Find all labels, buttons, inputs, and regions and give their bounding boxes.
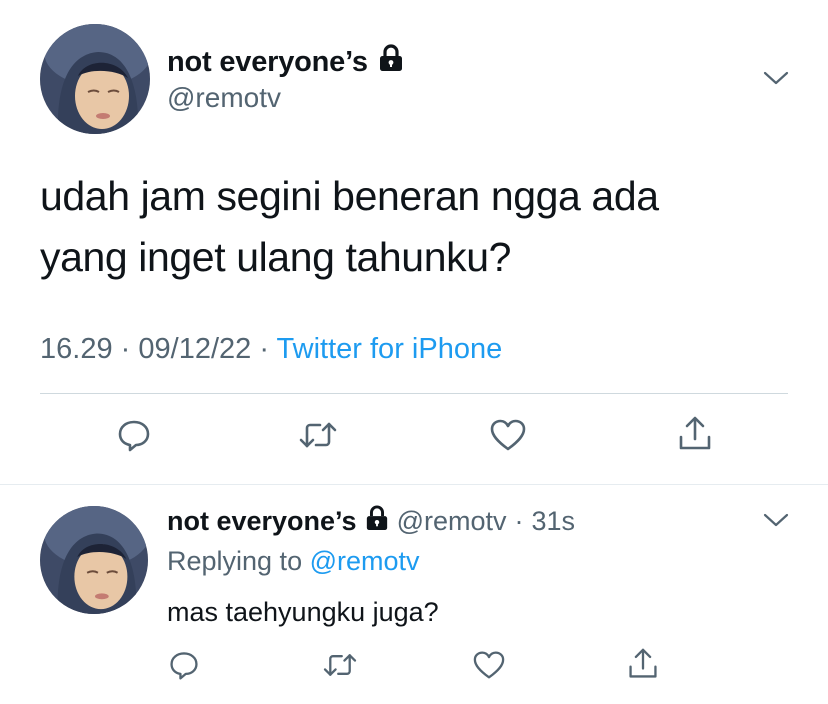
lock-icon (365, 505, 389, 538)
divider (40, 393, 788, 394)
reply-avatar[interactable] (40, 506, 148, 614)
share-icon (627, 647, 659, 686)
like-button[interactable] (488, 417, 528, 457)
reply-handle[interactable]: @remotv (397, 506, 507, 537)
reply-text: mas taehyungku juga? (167, 597, 439, 627)
retweet-button[interactable] (296, 417, 340, 457)
retweet-button[interactable] (320, 648, 360, 686)
heart-icon (472, 650, 506, 685)
share-icon (677, 415, 713, 458)
reply-header: not everyone’s @remotv · 31s (167, 505, 575, 538)
share-button[interactable] (624, 646, 662, 686)
reply-button[interactable] (114, 417, 154, 457)
reply-age[interactable]: 31s (532, 506, 576, 537)
avatar[interactable] (40, 24, 150, 134)
handle[interactable]: @remotv (167, 82, 281, 114)
replying-handle[interactable]: @remotv (310, 546, 420, 576)
reply-icon (116, 417, 152, 458)
display-name[interactable]: not everyone’s (167, 44, 404, 80)
tweet-meta: 16.29 · 09/12/22 · Twitter for iPhone (40, 333, 502, 366)
tweet-text: udah jam segini beneran ngga ada yang in… (40, 166, 800, 288)
replying-prefix: Replying to (167, 546, 303, 576)
retweet-icon (322, 650, 358, 685)
tweet-time[interactable]: 16.29 (40, 333, 113, 365)
section-divider (0, 484, 828, 485)
heart-icon (489, 418, 527, 457)
meta-separator: · (120, 333, 131, 365)
share-button[interactable] (675, 415, 715, 457)
like-button[interactable] (470, 648, 508, 686)
tweet-source[interactable]: Twitter for iPhone (277, 333, 503, 365)
chevron-down-icon[interactable] (760, 508, 792, 532)
tweet-text-line: udah jam segini beneran ngga ada (40, 173, 659, 219)
retweet-icon (298, 418, 338, 457)
replying-to: Replying to @remotv (167, 546, 420, 577)
tweet-date[interactable]: 09/12/22 (138, 333, 251, 365)
tweet-text-line: yang inget ulang tahunku? (40, 234, 512, 280)
lock-icon (378, 44, 404, 80)
chevron-down-icon[interactable] (760, 66, 792, 90)
reply-icon (168, 649, 200, 686)
display-name-text: not everyone’s (167, 45, 368, 78)
meta-separator: · (259, 333, 269, 365)
reply-display-name[interactable]: not everyone’s (167, 506, 357, 537)
reply-separator: · (514, 506, 524, 536)
reply-button[interactable] (165, 648, 203, 686)
